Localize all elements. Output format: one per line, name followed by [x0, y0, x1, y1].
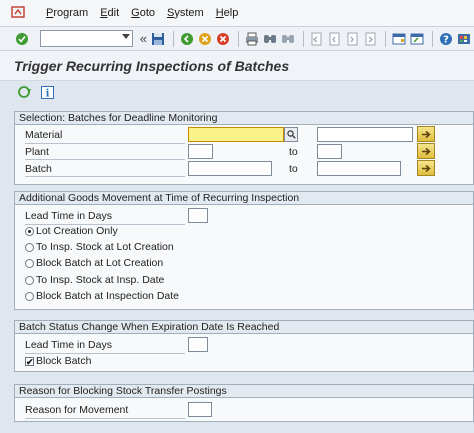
batch-status-group-title: Batch Status Change When Expiration Date…: [15, 321, 473, 334]
batch-label: Batch: [25, 163, 52, 175]
selection-group: Selection: Batches for Deadline Monitori…: [14, 111, 474, 185]
find-next-icon[interactable]: [280, 30, 296, 48]
radio-lot-creation-only-label: Lot Creation Only: [36, 225, 118, 237]
batch-label-line: [25, 176, 185, 177]
plant-from-input[interactable]: [188, 144, 213, 159]
find-icon[interactable]: [262, 30, 278, 48]
menu-bar: Program Edit Goto System Help: [0, 0, 474, 27]
plant-multiple-selection-button[interactable]: [417, 143, 435, 159]
plant-to-label: to: [289, 146, 298, 158]
help-icon[interactable]: ?: [438, 30, 454, 48]
layout-icon[interactable]: [456, 30, 472, 48]
back-icon[interactable]: [179, 30, 195, 48]
toolbar-separator: [432, 30, 434, 47]
menu-system[interactable]: System: [167, 7, 204, 19]
batch-to-input[interactable]: [317, 161, 401, 176]
batch-multiple-selection-button[interactable]: [417, 160, 435, 176]
material-from-input[interactable]: [188, 127, 284, 142]
information-icon[interactable]: i: [38, 83, 56, 101]
application-toolbar: i: [0, 81, 474, 103]
shortcut-icon[interactable]: [409, 30, 425, 48]
save-icon[interactable]: [150, 30, 166, 48]
title-bar: Trigger Recurring Inspections of Batches: [0, 51, 474, 81]
batch-from-input[interactable]: [188, 161, 272, 176]
batch-to-label: to: [289, 163, 298, 175]
blocking-reason-group: Reason for Blocking Stock Transfer Posti…: [14, 384, 474, 422]
standard-toolbar: « ?: [0, 27, 474, 51]
toolbar-separator: [237, 30, 239, 47]
block-batch-checkbox[interactable]: ✔: [25, 357, 34, 367]
radio-block-batch-inspection-date-label: Block Batch at Inspection Date: [36, 290, 179, 302]
radio-to-insp-stock-insp-date[interactable]: [25, 276, 34, 285]
previous-page-icon[interactable]: [326, 30, 342, 48]
svg-text:i: i: [45, 88, 49, 99]
reason-for-movement-input[interactable]: [188, 402, 212, 417]
radio-block-batch-inspection-date[interactable]: [25, 292, 34, 301]
radio-block-batch-lot-creation-label: Block Batch at Lot Creation: [36, 257, 164, 269]
goods-movement-group: Additional Goods Movement at Time of Rec…: [14, 191, 474, 310]
lead-time-input[interactable]: [188, 208, 208, 223]
cancel-icon[interactable]: [215, 30, 231, 48]
next-page-icon[interactable]: [344, 30, 360, 48]
collapse-command-icon[interactable]: «: [140, 31, 147, 46]
menu-edit[interactable]: Edit: [100, 7, 119, 19]
material-label-line: [25, 143, 185, 144]
toolbar-separator: [302, 30, 304, 47]
blocking-reason-group-title: Reason for Blocking Stock Transfer Posti…: [15, 385, 473, 398]
exit-icon[interactable]: [197, 30, 213, 48]
command-field[interactable]: [39, 30, 133, 47]
menu-goto[interactable]: Goto: [131, 7, 155, 19]
plant-label-line: [25, 159, 185, 160]
toolbar-separator: [173, 30, 174, 47]
status-lead-time-label-line: [25, 353, 185, 354]
material-multiple-selection-button[interactable]: [417, 126, 435, 142]
lead-time-label: Lead Time in Days: [25, 210, 112, 222]
enter-icon[interactable]: [14, 30, 30, 48]
radio-to-insp-stock-insp-date-label: To Insp. Stock at Insp. Date: [36, 274, 165, 286]
status-lead-time-input[interactable]: [188, 337, 208, 352]
toolbar-separator: [385, 30, 387, 47]
radio-block-batch-lot-creation[interactable]: [25, 259, 34, 268]
radio-lot-creation-only[interactable]: [25, 227, 34, 236]
page-title: Trigger Recurring Inspections of Batches: [14, 57, 290, 74]
radio-to-insp-stock-lot-creation-label: To Insp. Stock at Lot Creation: [36, 241, 174, 253]
batch-status-group: Batch Status Change When Expiration Date…: [14, 320, 474, 372]
reason-for-movement-label: Reason for Movement: [25, 404, 129, 416]
menu-help[interactable]: Help: [216, 7, 239, 19]
execute-icon[interactable]: [16, 83, 34, 101]
plant-label: Plant: [25, 146, 49, 158]
radio-to-insp-stock-lot-creation[interactable]: [25, 243, 34, 252]
material-search-help-icon[interactable]: [284, 127, 298, 142]
status-lead-time-label: Lead Time in Days: [25, 339, 112, 351]
new-session-icon[interactable]: [391, 30, 407, 48]
reason-for-movement-label-line: [25, 418, 185, 419]
goods-movement-group-title: Additional Goods Movement at Time of Rec…: [15, 192, 473, 205]
last-page-icon[interactable]: [362, 30, 378, 48]
material-label: Material: [25, 129, 63, 141]
plant-to-input[interactable]: [317, 144, 342, 159]
chevron-down-icon[interactable]: [121, 34, 130, 39]
block-batch-label: Block Batch: [36, 355, 92, 367]
svg-text:?: ?: [443, 34, 449, 45]
first-page-icon[interactable]: [308, 30, 324, 48]
sap-menu-icon[interactable]: [8, 4, 30, 22]
selection-group-title: Selection: Batches for Deadline Monitori…: [15, 112, 473, 125]
material-to-input[interactable]: [317, 127, 413, 142]
print-icon[interactable]: [244, 30, 260, 48]
menu-program[interactable]: Program: [46, 7, 88, 19]
